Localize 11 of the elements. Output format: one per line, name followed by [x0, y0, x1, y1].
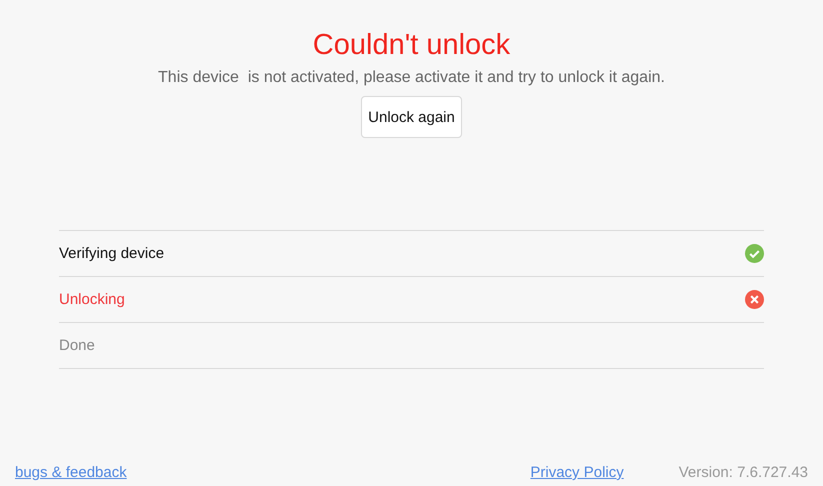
- error-title: Couldn't unlock: [312, 28, 510, 63]
- privacy-policy-link[interactable]: Privacy Policy: [530, 464, 624, 481]
- error-icon: [745, 290, 764, 309]
- step-label: Done: [59, 337, 95, 354]
- unlock-again-button[interactable]: Unlock again: [361, 96, 462, 138]
- step-label: Unlocking: [59, 291, 125, 308]
- feedback-link[interactable]: bugs & feedback: [15, 464, 127, 481]
- error-message: This device is not activated, please activate it and try to unlock it again.: [158, 69, 665, 87]
- version-label: Version: 7.6.727.43: [678, 464, 808, 481]
- step-label: Verifying device: [59, 245, 164, 262]
- check-icon: [745, 244, 764, 263]
